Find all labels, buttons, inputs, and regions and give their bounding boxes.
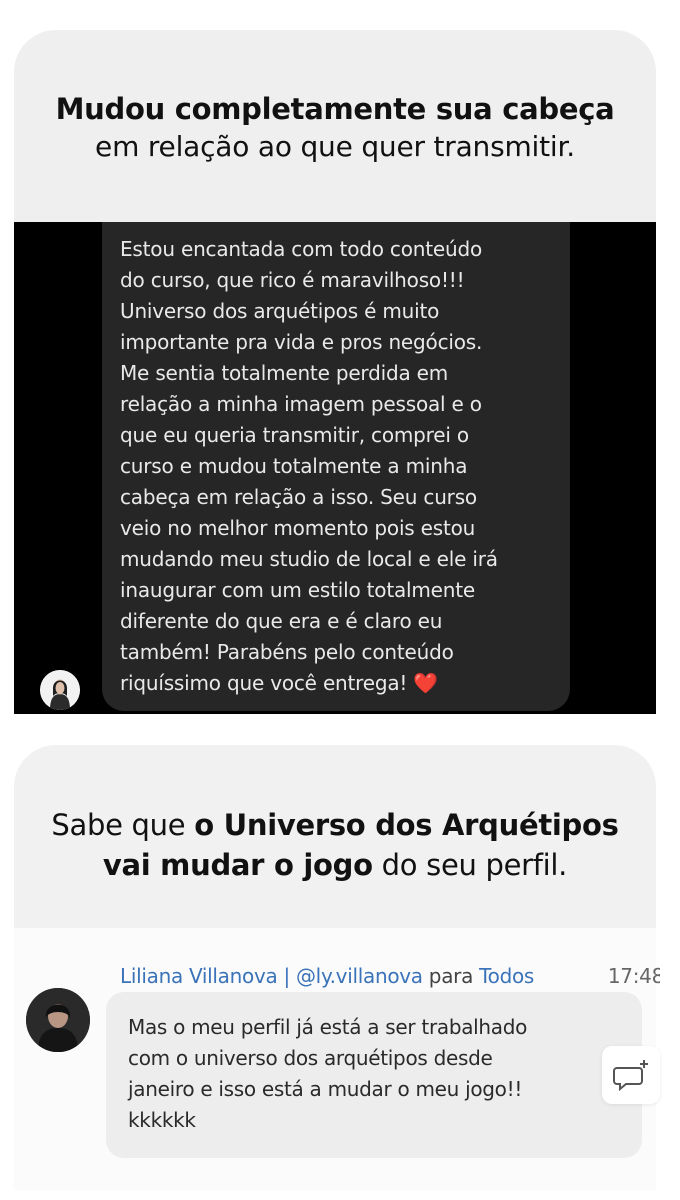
headline-bottom-part1: Sabe que <box>51 808 195 842</box>
headline-bottom: Sabe que o Universo dos Arquétipos vai m… <box>14 805 656 885</box>
headline-card-bottom: Sabe que o Universo dos Arquétipos vai m… <box>14 745 656 928</box>
profile-avatar-icon[interactable] <box>40 670 80 710</box>
chat-recipient[interactable]: Todos <box>479 964 534 988</box>
dark-message-text: Estou encantada com todo conteúdo do cur… <box>120 234 560 699</box>
chat-timestamp: 17:48 <box>607 964 660 988</box>
sender-avatar[interactable] <box>26 988 90 1052</box>
dark-message-body: Estou encantada com todo conteúdo do cur… <box>120 237 498 695</box>
chat-sender-line: Liliana Villanova | @ly.villanova para T… <box>120 964 660 988</box>
chat-para-label: para <box>422 964 480 988</box>
headline-bottom-bold1: o Universo dos Arquétipos <box>194 808 619 842</box>
heart-emoji: ❤️ <box>413 671 439 695</box>
chat-message-text: Mas o meu perfil já está a ser trabalhad… <box>128 1015 528 1132</box>
chat-sender-name[interactable]: Liliana Villanova | @ly.villanova <box>120 964 423 988</box>
testimonial-screenshot-chat: Liliana Villanova | @ly.villanova para T… <box>14 928 660 1190</box>
headline-bottom-part2: do seu perfil. <box>372 848 568 882</box>
headline-card-top: Mudou completamente sua cabeça em relaçã… <box>14 30 656 222</box>
dark-message-bubble: Estou encantada com todo conteúdo do cur… <box>102 222 570 711</box>
headline-top-regular: em relação ao que quer transmitir. <box>95 130 575 163</box>
reply-comment-icon[interactable] <box>602 1046 660 1104</box>
testimonial-screenshot-dark: Estou encantada com todo conteúdo do cur… <box>14 222 656 714</box>
chat-message-bubble: Mas o meu perfil já está a ser trabalhad… <box>106 992 642 1158</box>
headline-top: Mudou completamente sua cabeça em relaçã… <box>14 92 656 163</box>
headline-top-bold: Mudou completamente sua cabeça <box>55 92 615 126</box>
headline-bottom-bold2: vai mudar o jogo <box>102 848 373 882</box>
